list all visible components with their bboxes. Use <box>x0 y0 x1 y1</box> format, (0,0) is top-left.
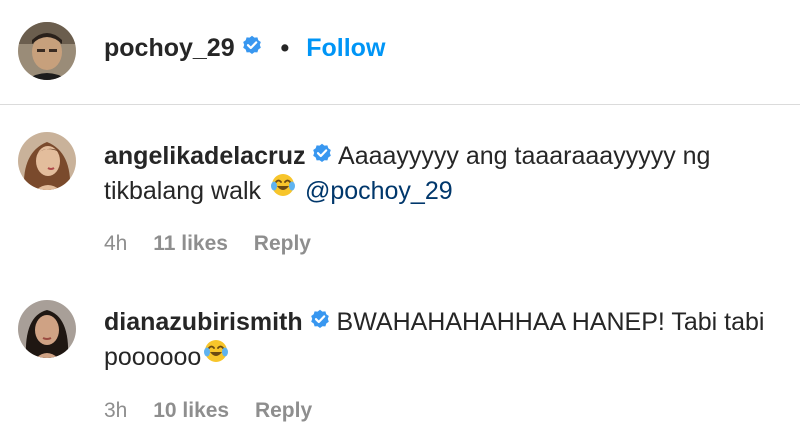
header-username[interactable]: pochoy_29 <box>104 34 235 62</box>
comment-timestamp[interactable]: 4h <box>104 232 127 255</box>
header-avatar[interactable] <box>18 22 76 80</box>
comment-avatar-dianazubirismith[interactable] <box>18 300 76 358</box>
comment-avatar-angelikadelacruz[interactable] <box>18 132 76 190</box>
header-divider <box>0 104 800 105</box>
comment-timestamp[interactable]: 3h <box>104 399 127 422</box>
comment-likes[interactable]: 10 likes <box>153 399 229 422</box>
follow-button[interactable]: Follow <box>306 34 385 62</box>
avatar-image-diana <box>18 300 76 358</box>
reply-button[interactable]: Reply <box>254 232 311 255</box>
comment-username[interactable]: angelikadelacruz <box>104 142 305 170</box>
verified-badge-icon <box>312 138 332 172</box>
verified-badge-icon <box>310 304 330 338</box>
face-with-tears-of-joy-emoji-icon <box>270 172 296 207</box>
comment-meta: 4h 11 likes Reply <box>104 232 331 256</box>
comment-username[interactable]: dianazubirismith <box>104 308 303 336</box>
reply-button[interactable]: Reply <box>255 399 312 422</box>
comment-body: dianazubirismith BWAHAHAHAHHAA HANEP! Ta… <box>104 305 774 376</box>
post-header: pochoy_29 • Follow <box>104 33 385 64</box>
verified-badge-icon <box>242 32 262 62</box>
face-with-tears-of-joy-emoji-icon <box>203 338 229 373</box>
comment-body: angelikadelacruz Aaaayyyyy ang taaaraaay… <box>104 139 774 210</box>
comment-meta: 3h 10 likes Reply <box>104 399 332 423</box>
mention-link[interactable]: @pochoy_29 <box>305 177 453 205</box>
header-separator: • <box>280 34 290 62</box>
avatar-image-angelika <box>18 132 76 190</box>
comment-likes[interactable]: 11 likes <box>153 232 228 255</box>
avatar-image-pochoy <box>18 22 76 80</box>
